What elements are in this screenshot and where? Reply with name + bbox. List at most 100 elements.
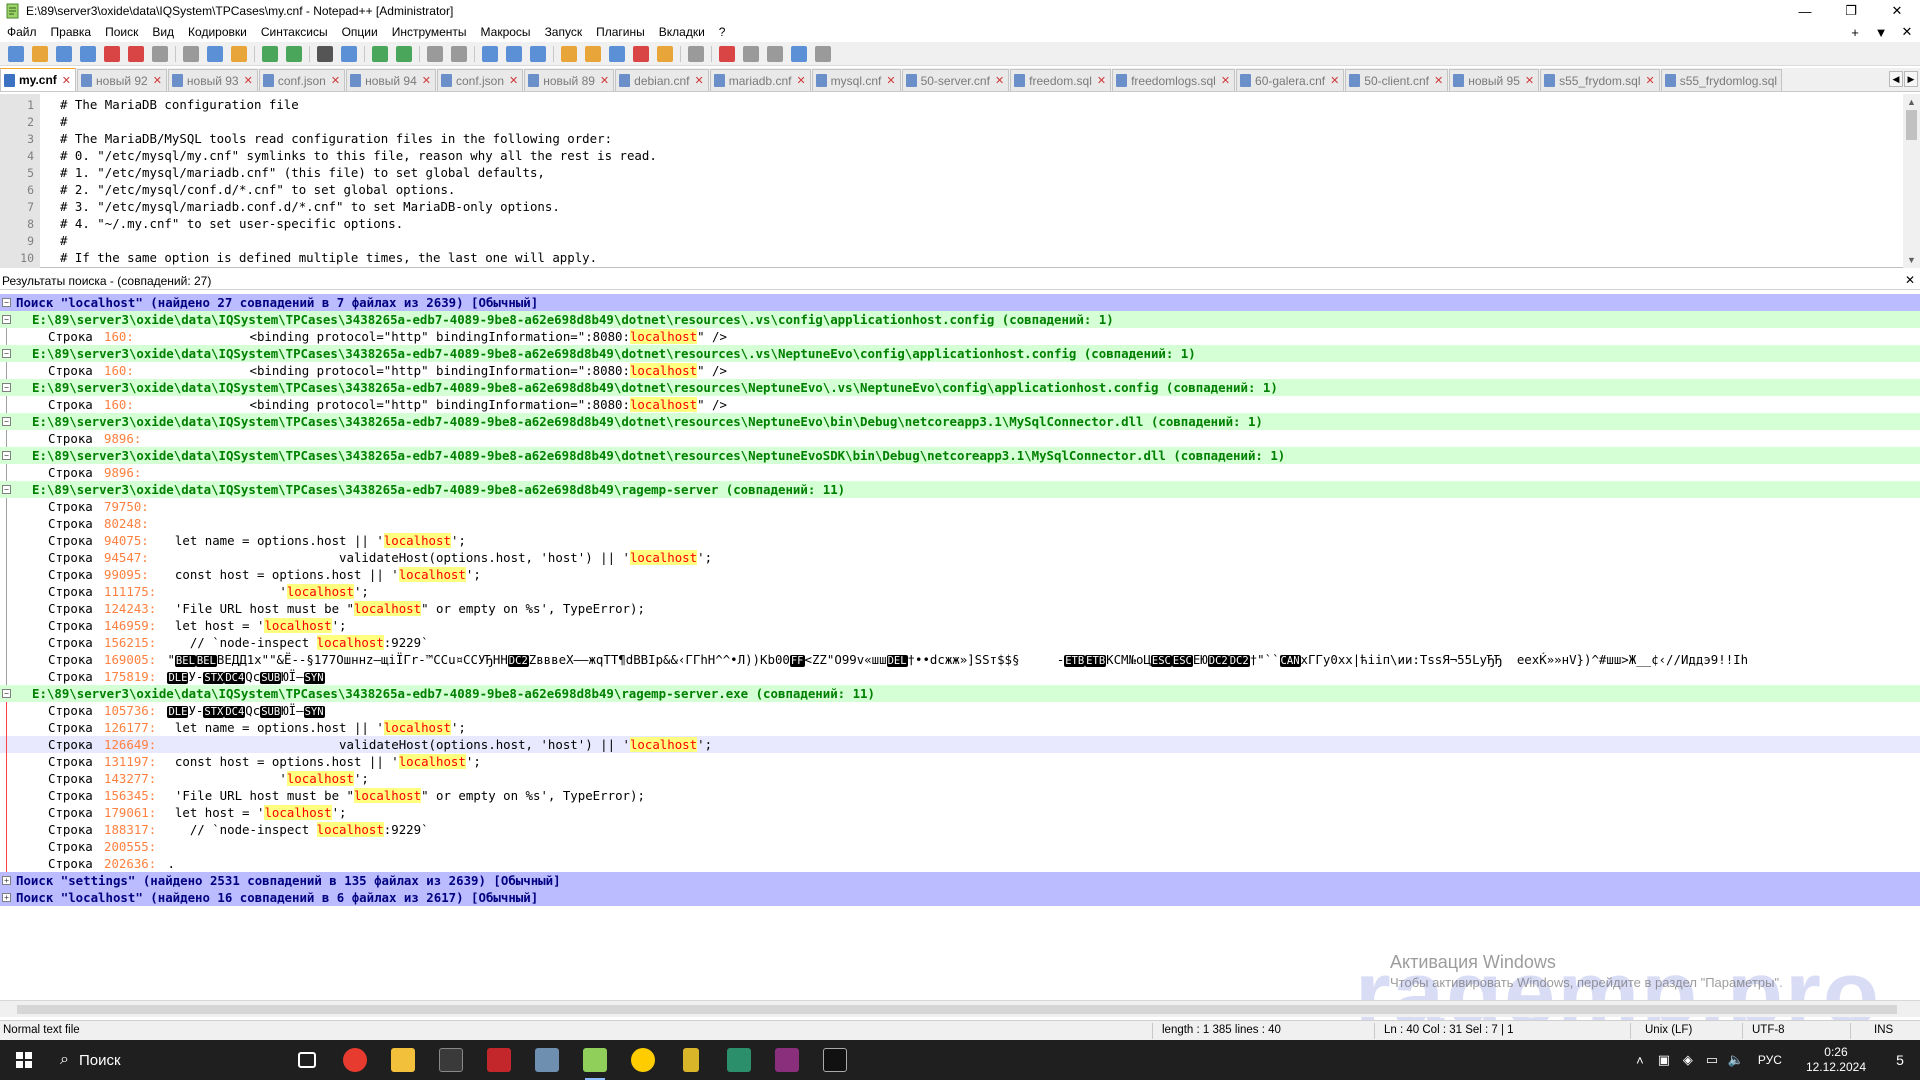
tab-close-icon[interactable]: ✕ — [1525, 74, 1534, 87]
match-row[interactable]: Строка 156345: 'File URL host must be "lo… — [0, 787, 1920, 804]
new-file-icon[interactable] — [8, 45, 24, 62]
match-row[interactable]: Строка 200555: — [0, 838, 1920, 855]
tab-close-icon[interactable]: ✕ — [1646, 74, 1655, 87]
stop-macro-icon[interactable] — [743, 45, 759, 62]
status-encoding[interactable]: UTF-8 — [1752, 1024, 1785, 1036]
record-macro-icon[interactable] — [719, 45, 735, 62]
fold-collapse-icon[interactable]: − — [2, 315, 11, 324]
match-row[interactable]: Строка 9896: — [0, 464, 1920, 481]
tab-close-icon[interactable]: ✕ — [600, 74, 609, 87]
tab-freedom-sql[interactable]: freedom.sql ✕ — [1010, 69, 1112, 91]
match-row[interactable]: Строка 179061: let host = 'localhost'; — [0, 804, 1920, 821]
file-group-row[interactable]: − E:\89\server3\oxide\data\IQSystem\TPCas… — [0, 685, 1920, 702]
fold-expand-icon[interactable]: + — [2, 893, 11, 902]
filezilla-icon[interactable] — [475, 1040, 523, 1080]
tab-freedomlogs-sql[interactable]: freedomlogs.sql ✕ — [1112, 69, 1236, 91]
search-results-panel[interactable]: Результаты поиска - (совпадений: 27) ✕ −… — [0, 272, 1920, 1002]
match-row[interactable]: Строка 9896: — [0, 430, 1920, 447]
menu-window[interactable]: Вкладки — [652, 25, 712, 39]
monitoring-eye-icon[interactable] — [688, 45, 704, 62]
tab-conf-json[interactable]: conf.json ✕ — [258, 69, 346, 91]
tab-close-icon[interactable]: ✕ — [1330, 74, 1339, 87]
function-list-icon[interactable] — [609, 45, 625, 62]
tab-close-icon[interactable]: ✕ — [509, 74, 518, 87]
tab-close-icon[interactable]: ✕ — [153, 74, 162, 87]
menu-file[interactable]: Файл — [0, 25, 44, 39]
maximize-button[interactable]: ❐ — [1828, 0, 1874, 22]
notification-center-icon[interactable]: 5 — [1880, 1040, 1920, 1080]
match-row[interactable]: Строка 175819: DLEУ-STX DC4QсSUBЮЇ–SYN — [0, 668, 1920, 685]
tab-close-icon[interactable]: ✕ — [796, 74, 805, 87]
match-row[interactable]: Строка 188317: // `node-inspect localhost… — [0, 821, 1920, 838]
indent-guide-icon[interactable] — [530, 45, 546, 62]
fold-collapse-icon[interactable]: − — [2, 417, 11, 426]
file-group-row[interactable]: − E:\89\server3\oxide\data\IQSystem\TPCas… — [0, 345, 1920, 362]
new-tab-plus-icon[interactable]: + — [1842, 25, 1868, 40]
fold-collapse-icon[interactable]: − — [2, 349, 11, 358]
menu-settings[interactable]: Опции — [335, 25, 385, 39]
find-icon[interactable] — [317, 45, 333, 62]
tab-conf-json-2[interactable]: conf.json ✕ — [436, 69, 524, 91]
tab-debian-cnf[interactable]: debian.cnf ✕ — [615, 69, 709, 91]
tab-my-cnf[interactable]: my.cnf ✕ — [0, 68, 77, 91]
close-all-icon[interactable] — [128, 45, 144, 62]
show-all-chars-icon[interactable] — [506, 45, 522, 62]
remote-desktop-icon[interactable] — [523, 1040, 571, 1080]
match-row[interactable]: Строка 124243: 'File URL host must be "lo… — [0, 600, 1920, 617]
minimize-button[interactable]: — — [1782, 0, 1828, 22]
task-view-icon[interactable] — [283, 1040, 331, 1080]
menu-language[interactable]: Синтаксисы — [254, 25, 335, 39]
match-row[interactable]: Строка 160: <binding protocol="http" bind… — [0, 328, 1920, 345]
folder-as-workspace-icon[interactable] — [633, 45, 649, 62]
tab-50-client-cnf[interactable]: 50-client.cnf ✕ — [1345, 69, 1449, 91]
search-group-row[interactable]: + Поиск "localhost" (найдено 16 совпадени… — [0, 889, 1920, 906]
epic-games-icon[interactable] — [811, 1040, 859, 1080]
match-row[interactable]: Строка 111175: 'localhost'; — [0, 583, 1920, 600]
fold-collapse-icon[interactable]: − — [2, 383, 11, 392]
file-group-row[interactable]: − E:\89\server3\oxide\data\IQSystem\TPCas… — [0, 447, 1920, 464]
tray-clock[interactable]: 0:26 12.12.2024 — [1792, 1045, 1880, 1075]
paste-icon[interactable] — [231, 45, 247, 62]
fold-collapse-icon[interactable]: − — [2, 298, 11, 307]
tray-language[interactable]: РУС — [1748, 1053, 1792, 1067]
match-row[interactable]: Строка 126649: validateHost(options.host,… — [0, 736, 1920, 753]
undo-icon[interactable] — [262, 45, 278, 62]
file-group-row[interactable]: − E:\89\server3\oxide\data\IQSystem\TPCas… — [0, 311, 1920, 328]
cut-icon[interactable] — [183, 45, 199, 62]
menu-plugins[interactable]: Плагины — [589, 25, 652, 39]
file-group-row[interactable]: − E:\89\server3\oxide\data\IQSystem\TPCas… — [0, 481, 1920, 498]
close-document-icon[interactable]: ✕ — [1894, 24, 1920, 40]
tab-s55-frydomlog-sql[interactable]: s55_frydomlog.sql — [1660, 69, 1783, 91]
match-row[interactable]: Строка 160: <binding protocol="http" bind… — [0, 396, 1920, 413]
match-row[interactable]: Строка 160: <binding protocol="http" bind… — [0, 362, 1920, 379]
menu-help[interactable]: ? — [712, 25, 733, 39]
run-macro-multiple-icon[interactable] — [791, 45, 807, 62]
winrar-icon[interactable] — [763, 1040, 811, 1080]
tab-50-server-cnf[interactable]: 50-server.cnf ✕ — [901, 69, 1010, 91]
tab-close-icon[interactable]: ✕ — [1221, 74, 1230, 87]
tab-new-92[interactable]: новый 92 ✕ — [77, 69, 167, 91]
taskbar-search[interactable]: ⌕ Поиск — [48, 1040, 283, 1080]
tab-close-icon[interactable]: ✕ — [1097, 74, 1106, 87]
zoom-in-icon[interactable] — [372, 45, 388, 62]
tab-list-chevron-down-icon[interactable]: ▼ — [1868, 25, 1894, 40]
tab-new-95[interactable]: новый 95 ✕ — [1449, 69, 1540, 91]
editor-vertical-scrollbar[interactable]: ▲ ▼ — [1903, 94, 1920, 268]
match-row[interactable]: Строка 80248: — [0, 515, 1920, 532]
tab-new-94[interactable]: новый 94 ✕ — [346, 69, 436, 91]
notepadpp-taskbar-icon[interactable] — [571, 1040, 619, 1080]
yandex-icon[interactable] — [619, 1040, 667, 1080]
scroll-down-icon[interactable]: ▼ — [1903, 252, 1920, 268]
tray-usb-icon[interactable]: ▣ — [1652, 1052, 1676, 1068]
tab-close-icon[interactable]: ✕ — [244, 74, 253, 87]
results-horizontal-scrollbar[interactable] — [0, 1000, 1920, 1017]
tab-60-galera-cnf[interactable]: 60-galera.cnf ✕ — [1236, 69, 1345, 91]
save-all-icon[interactable] — [80, 45, 96, 62]
match-row[interactable]: Строка 146959: let host = 'localhost'; — [0, 617, 1920, 634]
editor-pane[interactable]: 1 # The MariaDB configuration file 2 #3 # Th… — [0, 94, 1920, 268]
keepass-icon[interactable] — [667, 1040, 715, 1080]
tab-close-icon[interactable]: ✕ — [1434, 74, 1443, 87]
replace-icon[interactable] — [341, 45, 357, 62]
fold-expand-icon[interactable]: + — [2, 876, 11, 885]
tab-new-93[interactable]: новый 93 ✕ — [167, 69, 258, 91]
